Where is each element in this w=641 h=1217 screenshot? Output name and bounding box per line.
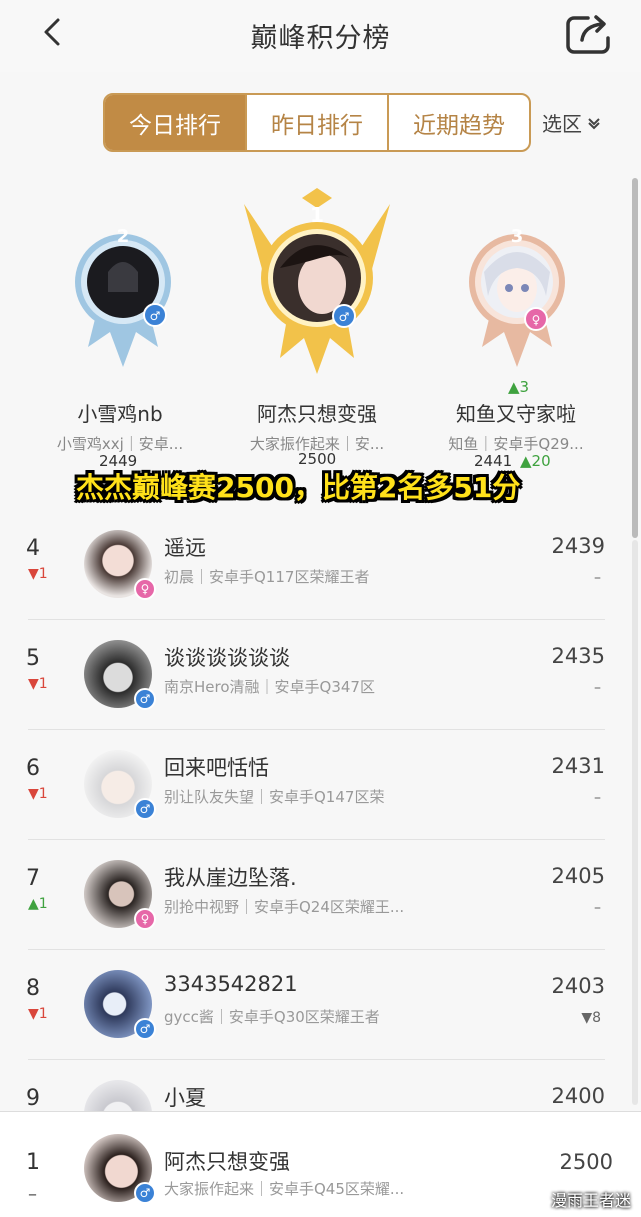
score-change: – [594, 570, 601, 586]
player-subtitle: 南京Hero清融｜安卓手Q347区 [164, 678, 375, 696]
scrollbar-track[interactable] [632, 540, 638, 1105]
rank-number: 5 [26, 646, 40, 671]
player-name: 阿杰只想变强 [164, 1150, 290, 1174]
rank-number: 8 [26, 976, 40, 1001]
list-item[interactable]: 6 ▼1 ♂ 回来吧恬恬 别让队友失望｜安卓手Q147区荣 2431 – [0, 730, 641, 840]
male-icon: ♂ [134, 688, 156, 710]
tab-today[interactable]: 今日排行 [105, 95, 245, 150]
rank-delta: ▼1 [28, 786, 48, 802]
avatar [84, 1080, 152, 1111]
page-title: 巅峰积分榜 [250, 23, 391, 54]
svg-text:3: 3 [511, 226, 524, 247]
player-score: 2431 [551, 754, 605, 778]
player-subtitle: 知鱼｜安卓手Q29... [448, 435, 584, 453]
player-name: 知鱼又守家啦 [456, 402, 576, 426]
my-ranking-bar[interactable]: 1 – ♂ 阿杰只想变强 大家振作起来｜安卓手Q45区荣耀... 2500 漫雨… [0, 1111, 641, 1217]
female-icon: ♀ [134, 578, 156, 600]
rank-delta: ▼1 [28, 1006, 48, 1022]
player-subtitle: 小雪鸡xxj｜安卓... [56, 435, 184, 453]
player-name: 小夏 [164, 1086, 206, 1110]
score-change: – [594, 790, 601, 806]
female-icon: ♀ [134, 908, 156, 930]
svg-text:♀: ♀ [532, 313, 541, 327]
top-bar: 巅峰积分榜 [0, 0, 641, 72]
player-score: 2435 [551, 644, 605, 668]
list-item[interactable]: 4 ▼1 ♀ 遥远 初晨｜安卓手Q117区荣耀王者 2439 – [0, 510, 641, 620]
player-name: 小雪鸡nb [77, 402, 163, 426]
svg-text:♂: ♂ [339, 310, 350, 324]
rank-delta: ▲1 [28, 896, 48, 912]
player-subtitle: gycc酱｜安卓手Q30区荣耀王者 [164, 1008, 380, 1026]
player-name: 回来吧恬恬 [164, 756, 269, 780]
player-score: 2500 [559, 1150, 613, 1174]
podium-first[interactable]: 阿杰只想变强 大家振作起来｜安... [234, 398, 400, 454]
male-icon: ♂ [134, 1182, 156, 1204]
player-subtitle: 大家振作起来｜安卓手Q45区荣耀... [164, 1180, 405, 1198]
tab-yesterday[interactable]: 昨日排行 [245, 95, 387, 150]
rank-number: 9 [26, 1086, 40, 1111]
score-change: – [594, 900, 601, 916]
player-name: 3343542821 [164, 972, 298, 996]
list-item[interactable]: 9 小夏 2400 [0, 1060, 641, 1111]
overlay-caption: 杰杰巅峰赛2500，比第2名多51分 [76, 471, 521, 504]
rank-change: ▲3 [508, 378, 530, 396]
player-name: 我从崖边坠落. [164, 866, 297, 890]
list-item[interactable]: 8 ▼1 ♂ 3343542821 gycc酱｜安卓手Q30区荣耀王者 2403… [0, 950, 641, 1060]
list-item[interactable]: 5 ▼1 ♂ 谈谈谈谈谈谈 南京Hero清融｜安卓手Q347区 2435 – [0, 620, 641, 730]
male-icon: ♂ [134, 798, 156, 820]
chevron-down-icon [588, 117, 600, 129]
player-subtitle: 别抢中视野｜安卓手Q24区荣耀王... [164, 898, 405, 916]
rank-1-badge: 1 ♂ [244, 188, 390, 374]
rank-delta: ▼1 [28, 676, 48, 692]
podium-third[interactable]: 知鱼又守家啦 知鱼｜安卓手Q29... [436, 398, 596, 454]
svg-text:1: 1 [310, 203, 324, 227]
player-score: 2439 [551, 534, 605, 558]
rank-number: 1 [26, 1150, 40, 1175]
tab-trend[interactable]: 近期趋势 [387, 95, 529, 150]
rank-number: 6 [26, 756, 40, 781]
player-subtitle: 别让队友失望｜安卓手Q147区荣 [164, 788, 385, 806]
score-change: – [594, 680, 601, 696]
rank-3-badge: 3 ♀ [469, 226, 565, 367]
player-name: 阿杰只想变强 [257, 402, 377, 426]
score-change: ▼8 [581, 1010, 601, 1026]
svg-text:♂: ♂ [150, 309, 161, 323]
rank-2-badge: 2 ♂ [75, 226, 171, 367]
player-name: 谈谈谈谈谈谈 [164, 646, 290, 670]
player-score: 2403 [551, 974, 605, 998]
player-subtitle: 初晨｜安卓手Q117区荣耀王者 [164, 568, 370, 586]
share-icon[interactable] [564, 12, 612, 54]
svg-text:2: 2 [117, 226, 130, 247]
rank-delta: – [28, 1184, 37, 1205]
ranking-tabs: 今日排行 昨日排行 近期趋势 [103, 93, 531, 152]
male-icon: ♂ [134, 1018, 156, 1040]
rank-delta: ▼1 [28, 566, 48, 582]
rank-number: 7 [26, 866, 40, 891]
player-score: 2400 [551, 1084, 605, 1108]
list-item[interactable]: 7 ▲1 ♀ 我从崖边坠落. 别抢中视野｜安卓手Q24区荣耀王... 2405 … [0, 840, 641, 950]
watermark: 漫雨王者迷 [550, 1191, 631, 1210]
rank-number: 4 [26, 536, 40, 561]
player-name: 遥远 [164, 536, 206, 560]
player-score: 2405 [551, 864, 605, 888]
podium-second[interactable]: 小雪鸡nb 小雪鸡xxj｜安卓... [40, 398, 200, 454]
region-label: 选区 [542, 112, 582, 136]
scrollbar-thumb[interactable] [632, 178, 638, 538]
region-select[interactable]: 选区 [542, 108, 602, 137]
score-change: ▲20 [520, 452, 551, 470]
